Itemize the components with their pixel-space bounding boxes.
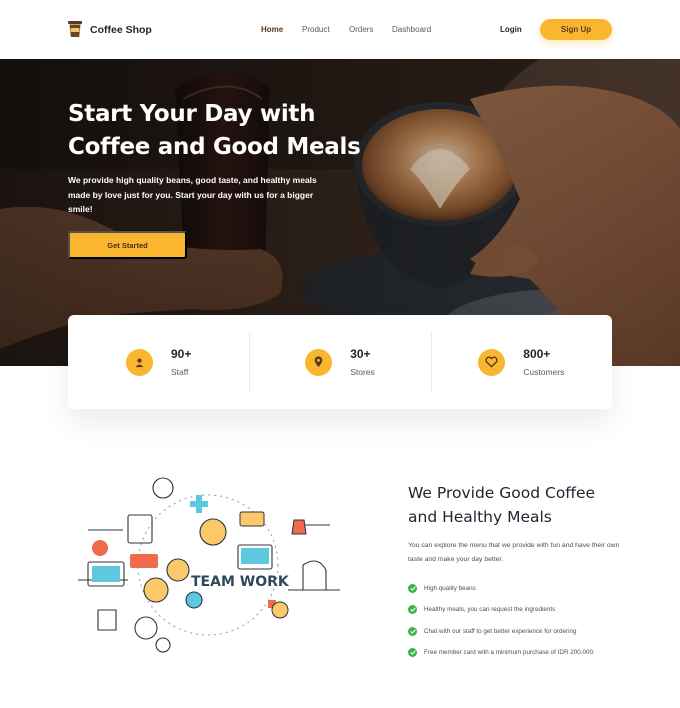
main-nav: Home Product Orders Dashboard (261, 25, 431, 34)
person-icon (125, 348, 153, 376)
check-circle-icon (408, 584, 417, 594)
stat-stores: 30+ Stores (249, 315, 430, 409)
hero-subtitle: We provide high quality beans, good tast… (68, 175, 317, 214)
brand-name: Coffee Shop (90, 23, 152, 36)
check-circle-icon (408, 605, 417, 615)
coffee-cup-icon (68, 21, 82, 37)
check-circle-icon (408, 626, 417, 636)
stat-value: 90+ (170, 347, 192, 361)
team-work-illustration: TEAM WORK (78, 477, 340, 653)
feature-description: You can explore the menu that we provide… (408, 542, 620, 563)
heart-icon (478, 348, 506, 376)
get-started-button[interactable]: Get Started (68, 231, 187, 259)
stat-staff: 90+ Staff (68, 315, 249, 409)
check-circle-icon (408, 648, 417, 658)
location-pin-icon (305, 348, 333, 376)
list-item-text: High quality beans (424, 585, 476, 593)
nav-orders-link[interactable]: Orders (349, 25, 392, 34)
nav-home-link[interactable]: Home (261, 25, 302, 34)
brand-logo[interactable]: Coffee Shop (68, 21, 152, 38)
list-item: High quality beans (408, 578, 595, 599)
stat-label: Staff (170, 367, 189, 377)
list-item: Healthy meals, you can request the ingre… (408, 599, 595, 620)
stat-value: 30+ (350, 347, 371, 361)
login-link[interactable]: Login (500, 25, 522, 34)
stats-card: 90+ Staff 30+ Stores 800+ Customers (68, 315, 612, 409)
signup-button[interactable]: Sign Up (540, 19, 612, 40)
stat-label: Customers (523, 367, 565, 377)
feature-list: High quality beans Healthy meals, you ca… (408, 578, 595, 663)
list-item-text: Healthy meals, you can request the ingre… (424, 606, 556, 614)
hero-title: Start Your Day with Coffee and Good Meal… (68, 101, 361, 160)
list-item: Chat with our staff to get better experi… (408, 621, 595, 642)
nav-product-link[interactable]: Product (302, 25, 349, 34)
feature-title: We Provide Good Coffee and Healthy Meals (408, 484, 596, 526)
navbar: Coffee Shop Home Product Orders Dashboar… (0, 0, 680, 59)
list-item-text: Chat with our staff to get better experi… (424, 627, 577, 635)
list-item-text: Free member card with a minimum purchase… (424, 649, 595, 657)
illustration-label: TEAM WORK (191, 574, 290, 590)
stat-customers: 800+ Customers (430, 315, 612, 409)
stat-label: Stores (350, 367, 375, 377)
list-item: Free member card with a minimum purchase… (408, 642, 595, 663)
nav-dashboard-link[interactable]: Dashboard (392, 25, 431, 34)
stat-value: 800+ (523, 347, 551, 361)
